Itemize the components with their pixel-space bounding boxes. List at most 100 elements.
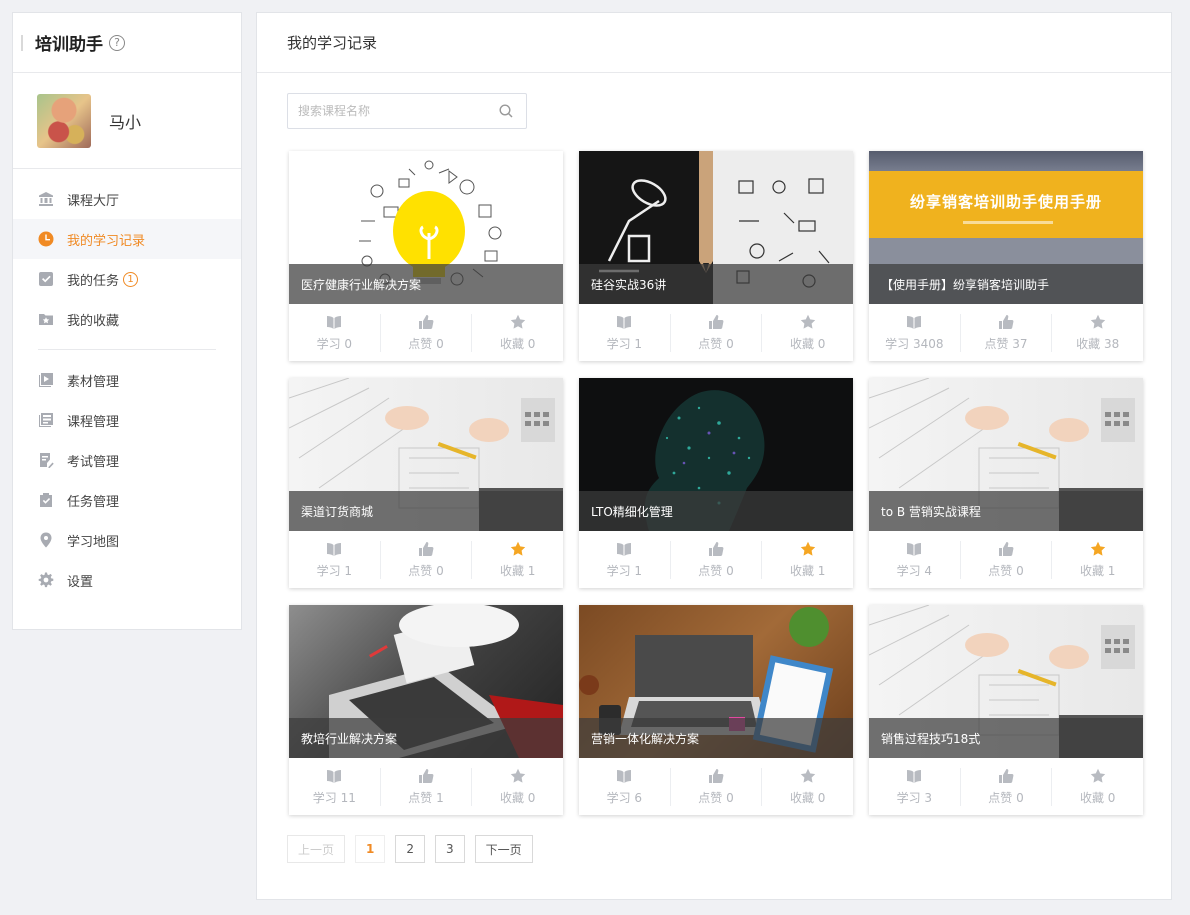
like-stat[interactable]: 点赞 0 xyxy=(381,313,473,352)
sidebar-item-material-management[interactable]: 素材管理 xyxy=(13,360,241,400)
sidebar-item-label: 设置 xyxy=(67,574,94,590)
favorite-stat[interactable]: 收藏 38 xyxy=(1052,314,1143,352)
sidebar-item-label: 任务管理 xyxy=(67,494,120,510)
course-card[interactable]: 营销一体化解决方案 学习 6 点赞 0 收藏 0 xyxy=(579,605,853,815)
course-cover[interactable]: 纷享销客培训助手使用手册 【使用手册】纷享销客培训助手 xyxy=(869,151,1143,304)
sidebar-item-course-management[interactable]: 课程管理 xyxy=(13,400,241,440)
course-card[interactable]: 教培行业解决方案 学习 11 点赞 1 收藏 0 xyxy=(289,605,563,815)
sidebar-item-label: 考试管理 xyxy=(67,454,120,470)
course-card[interactable]: 纷享销客培训助手使用手册 【使用手册】纷享销客培训助手 学习 3408 点赞 3… xyxy=(869,151,1143,361)
sidebar-item-learning-map[interactable]: 学习地图 xyxy=(13,520,241,560)
page-button-3[interactable]: 3 xyxy=(435,835,465,863)
favorite-count: 收藏 0 xyxy=(499,790,536,805)
nav-divider xyxy=(38,349,216,350)
course-card[interactable]: 医疗健康行业解决方案 学习 0 点赞 0 收藏 0 xyxy=(289,151,563,361)
bank-icon xyxy=(38,191,54,207)
search-icon[interactable] xyxy=(498,103,514,119)
star-icon xyxy=(510,314,525,329)
course-title: LTO精细化管理 xyxy=(579,491,853,531)
course-card[interactable]: 销售过程技巧18式 学习 3 点赞 0 收藏 0 xyxy=(869,605,1143,815)
search-input[interactable] xyxy=(288,94,498,128)
favorite-stat[interactable]: 收藏 1 xyxy=(472,541,563,579)
course-card[interactable]: 渠道订货商城 学习 1 点赞 0 收藏 1 xyxy=(289,378,563,588)
help-icon[interactable]: ? xyxy=(109,34,125,51)
gear-icon xyxy=(38,572,54,588)
course-cover[interactable]: 硅谷实战36讲 xyxy=(579,151,853,304)
course-card[interactable]: LTO精细化管理 学习 1 点赞 0 收藏 1 xyxy=(579,378,853,588)
like-count: 点赞 37 xyxy=(984,336,1028,351)
favorite-stat[interactable]: 收藏 0 xyxy=(1052,768,1143,806)
like-count: 点赞 0 xyxy=(408,563,444,578)
course-cover[interactable]: to B 营销实战课程 xyxy=(869,378,1143,531)
sidebar-item-label: 课程大厅 xyxy=(67,193,120,209)
learn-stat: 学习 1 xyxy=(579,313,671,352)
learn-stat: 学习 11 xyxy=(289,767,381,806)
book-icon xyxy=(327,542,342,556)
sidebar-item-my-learning-record[interactable]: 我的学习记录 xyxy=(13,219,241,259)
search-box xyxy=(287,93,527,129)
sidebar-item-task-management[interactable]: 任务管理 xyxy=(13,480,241,520)
favorite-stat[interactable]: 收藏 1 xyxy=(1052,541,1143,579)
favorite-count: 收藏 0 xyxy=(789,336,826,351)
sidebar-item-my-favorites[interactable]: 我的收藏 xyxy=(13,299,241,339)
thumbs-up-icon xyxy=(419,768,434,783)
prev-page-button[interactable]: 上一页 xyxy=(287,835,346,863)
like-stat[interactable]: 点赞 0 xyxy=(381,540,473,579)
thumbs-up-icon xyxy=(999,541,1014,556)
avatar[interactable] xyxy=(37,93,91,148)
course-title: to B 营销实战课程 xyxy=(869,491,1143,531)
next-page-button[interactable]: 下一页 xyxy=(474,835,533,863)
sidebar-header: 培训助手 ? xyxy=(13,13,241,73)
like-stat[interactable]: 点赞 0 xyxy=(671,540,763,579)
like-stat[interactable]: 点赞 1 xyxy=(381,767,473,806)
favorite-stat[interactable]: 收藏 0 xyxy=(472,768,563,806)
course-cover[interactable]: 渠道订货商城 xyxy=(289,378,563,531)
course-cover[interactable]: 销售过程技巧18式 xyxy=(869,605,1143,758)
star-icon xyxy=(510,541,525,556)
thumbs-up-icon xyxy=(999,768,1014,783)
book-icon xyxy=(327,769,342,783)
learn-count: 学习 3408 xyxy=(885,336,944,351)
course-card[interactable]: 硅谷实战36讲 学习 1 点赞 0 收藏 0 xyxy=(579,151,853,361)
learn-stat: 学习 0 xyxy=(289,313,381,352)
course-cover[interactable]: 营销一体化解决方案 xyxy=(579,605,853,758)
favorite-stat[interactable]: 收藏 0 xyxy=(472,314,563,352)
course-grid: 医疗健康行业解决方案 学习 0 点赞 0 收藏 0 硅谷实战36讲 学习 1 点… xyxy=(289,151,1143,815)
like-stat[interactable]: 点赞 0 xyxy=(671,313,763,352)
course-cover[interactable]: 教培行业解决方案 xyxy=(289,605,563,758)
favorite-stat[interactable]: 收藏 0 xyxy=(762,768,853,806)
learn-count: 学习 1 xyxy=(606,563,643,578)
like-stat[interactable]: 点赞 0 xyxy=(961,767,1053,806)
task-clipboard-icon xyxy=(38,492,54,508)
like-count: 点赞 1 xyxy=(408,790,444,805)
thumbs-up-icon xyxy=(709,768,724,783)
like-stat[interactable]: 点赞 0 xyxy=(961,540,1053,579)
course-stats: 学习 11 点赞 1 收藏 0 xyxy=(289,758,563,815)
sidebar-nav: 课程大厅 我的学习记录 我的任务 1 我的收藏 素材管理 课程管理 考试管理 任… xyxy=(13,169,241,600)
course-stats: 学习 1 点赞 0 收藏 1 xyxy=(579,531,853,588)
course-title: 医疗健康行业解决方案 xyxy=(289,264,563,304)
course-stats: 学习 3408 点赞 37 收藏 38 xyxy=(869,304,1143,361)
favorite-stat[interactable]: 收藏 1 xyxy=(762,541,853,579)
page-button-1[interactable]: 1 xyxy=(355,835,386,863)
favorite-stat[interactable]: 收藏 0 xyxy=(762,314,853,352)
page-button-2[interactable]: 2 xyxy=(395,835,426,863)
course-title: 教培行业解决方案 xyxy=(289,718,563,758)
sidebar-item-course-hall[interactable]: 课程大厅 xyxy=(13,179,241,219)
course-card[interactable]: to B 营销实战课程 学习 4 点赞 0 收藏 1 xyxy=(869,378,1143,588)
sidebar-item-my-tasks[interactable]: 我的任务 1 xyxy=(13,259,241,299)
book-icon xyxy=(617,542,632,556)
course-cover[interactable]: LTO精细化管理 xyxy=(579,378,853,531)
favorite-count: 收藏 0 xyxy=(1079,790,1116,805)
sidebar-item-exam-management[interactable]: 考试管理 xyxy=(13,440,241,480)
like-stat[interactable]: 点赞 0 xyxy=(671,767,763,806)
learn-count: 学习 4 xyxy=(896,563,933,578)
main-panel: 我的学习记录 搜索课程名称 医疗健康行业解决方案 学习 0 点赞 0 收藏 0 … xyxy=(256,12,1172,900)
star-icon xyxy=(1090,768,1105,783)
like-count: 点赞 0 xyxy=(408,336,444,351)
course-cover[interactable]: 医疗健康行业解决方案 xyxy=(289,151,563,304)
like-stat[interactable]: 点赞 37 xyxy=(961,313,1053,352)
favorite-count: 收藏 1 xyxy=(499,563,536,578)
learn-stat: 学习 1 xyxy=(289,540,381,579)
sidebar-item-settings[interactable]: 设置 xyxy=(13,560,241,600)
